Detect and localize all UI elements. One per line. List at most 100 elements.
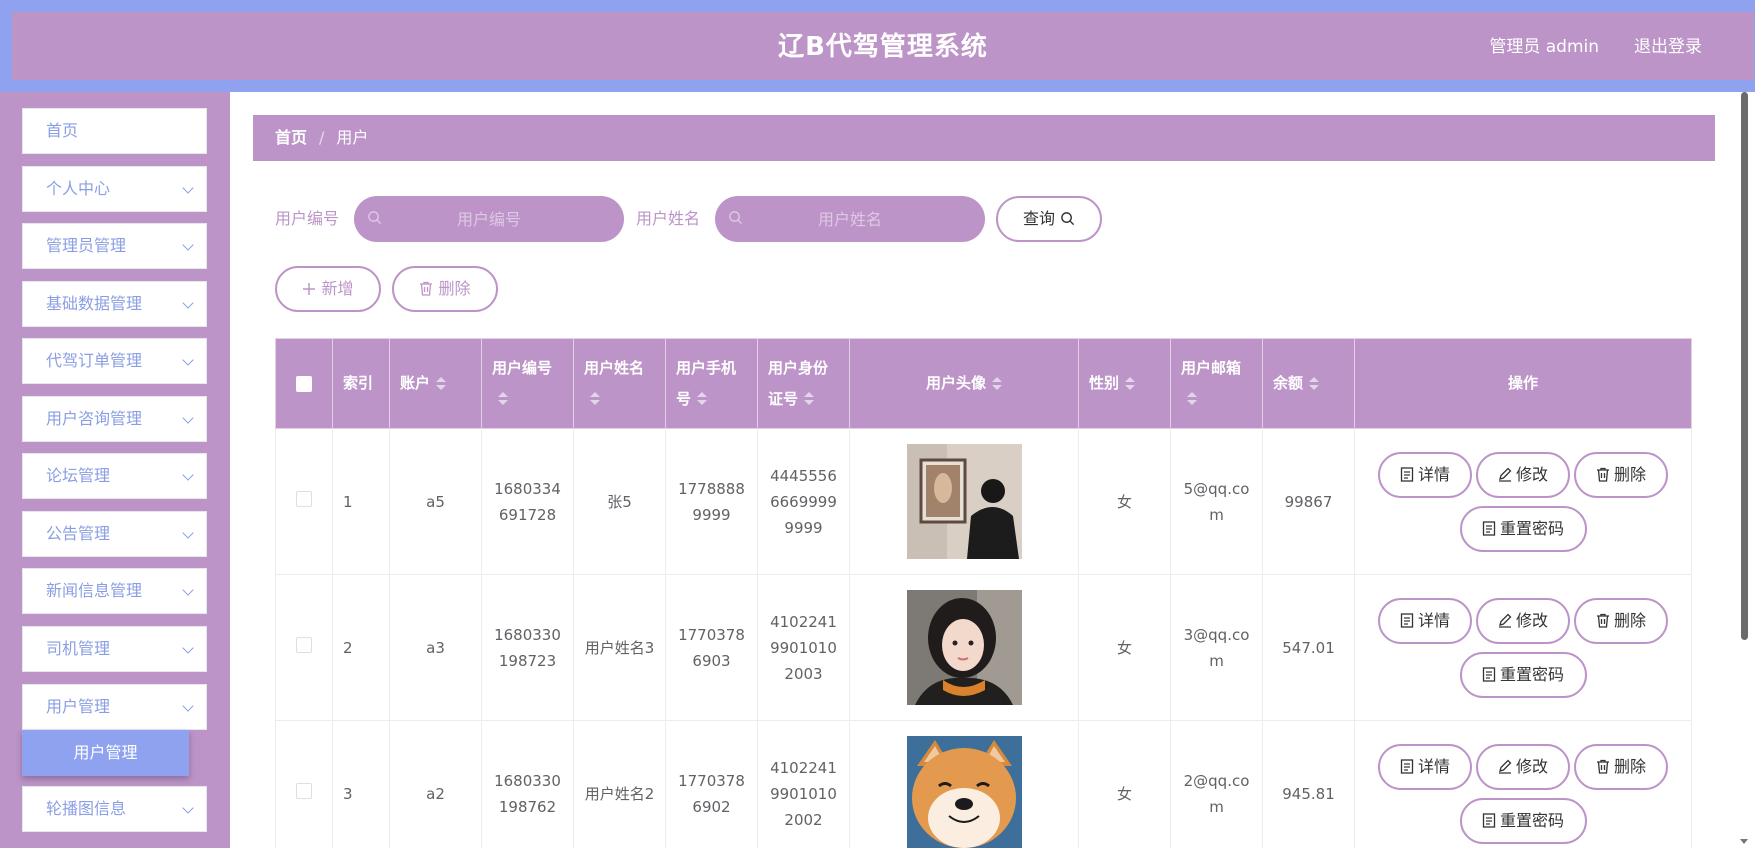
sort-icon[interactable] [1125, 376, 1136, 391]
sidebar-item-label: 代驾订单管理 [46, 351, 143, 370]
row-checkbox[interactable] [296, 782, 312, 799]
delete-button[interactable]: 删除 [1574, 597, 1668, 644]
sidebar-item-home[interactable]: 首页 [22, 108, 207, 154]
batch-delete-button[interactable]: 删除 [392, 266, 498, 312]
query-button-label: 查询 [1022, 209, 1055, 228]
reset-password-button[interactable]: 重置密码 [1459, 505, 1587, 552]
avatar-photo-girl-icon[interactable] [906, 590, 1022, 705]
document-icon [1482, 666, 1496, 682]
detail-button[interactable]: 详情 [1378, 743, 1472, 790]
avatar-photo-person-icon[interactable] [906, 444, 1022, 559]
sort-icon[interactable] [697, 392, 708, 406]
sidebar-item-forum[interactable]: 论坛管理 [22, 453, 207, 499]
user-name-label: 用户姓名 [636, 209, 701, 228]
pencil-icon [1498, 613, 1512, 628]
reset-password-button-label: 重置密码 [1499, 518, 1564, 538]
row-checkbox[interactable] [296, 636, 312, 653]
detail-button[interactable]: 详情 [1378, 597, 1472, 644]
sort-icon[interactable] [498, 392, 508, 406]
cell-gender: 女 [1078, 574, 1171, 721]
sort-icon[interactable] [436, 376, 447, 391]
delete-button[interactable]: 删除 [1574, 743, 1668, 790]
cell-name: 用户姓名2 [573, 720, 666, 848]
add-button-label: 新增 [321, 279, 354, 298]
sort-icon[interactable] [804, 392, 815, 406]
chevron-down-icon [182, 527, 194, 539]
delete-button[interactable]: 删除 [1574, 451, 1668, 498]
header-avatar[interactable]: 用户头像 [849, 338, 1079, 429]
document-icon [1400, 612, 1414, 628]
header-balance[interactable]: 余额 [1262, 338, 1355, 429]
sidebar-item-news[interactable]: 新闻信息管理 [22, 568, 207, 614]
header-name[interactable]: 用户姓名 [573, 338, 666, 429]
sidebar-item-carousel[interactable]: 轮播图信息 [22, 786, 207, 832]
header-email[interactable]: 用户邮箱 [1170, 338, 1263, 429]
pencil-icon [1498, 759, 1512, 774]
trash-icon [1596, 759, 1609, 774]
sort-icon[interactable] [992, 376, 1002, 391]
sidebar-item-label: 首页 [46, 121, 79, 140]
sidebar-item-base-data[interactable]: 基础数据管理 [22, 281, 207, 327]
edit-button[interactable]: 修改 [1476, 743, 1570, 790]
edit-button[interactable]: 修改 [1476, 451, 1570, 498]
sidebar-item-orders[interactable]: 代驾订单管理 [22, 338, 207, 384]
table-row: 2 a3 1680330198723 用户姓名3 17703786903 410… [275, 574, 1692, 721]
cell-id-card: 410224199010102003 [757, 574, 850, 721]
select-all-checkbox[interactable] [296, 375, 312, 392]
trash-icon [420, 281, 433, 296]
sidebar-item-users[interactable]: 用户管理 [22, 684, 207, 730]
breadcrumb-current: 用户 [336, 128, 369, 147]
sort-icon[interactable] [590, 392, 600, 406]
header-account[interactable]: 账户 [389, 338, 482, 429]
chevron-down-icon [182, 354, 194, 366]
detail-button[interactable]: 详情 [1378, 451, 1472, 498]
sidebar-item-label: 轮播图信息 [46, 799, 127, 818]
sidebar-item-label: 论坛管理 [46, 466, 111, 485]
cell-account: a5 [389, 428, 482, 575]
user-table: 索引 账户 用户编号 用户姓名 用户手机号 用户身份证号 用户头像 性别 用户邮… [275, 338, 1692, 848]
sidebar-item-admin-management[interactable]: 管理员管理 [22, 223, 207, 269]
detail-button-label: 详情 [1417, 610, 1450, 630]
user-no-input[interactable] [354, 196, 624, 242]
cell-index: 2 [332, 574, 390, 721]
cell-gender: 女 [1078, 720, 1171, 848]
reset-password-button[interactable]: 重置密码 [1459, 797, 1587, 844]
avatar-photo-dog-icon[interactable] [906, 736, 1022, 848]
sidebar-item-drivers[interactable]: 司机管理 [22, 626, 207, 672]
batch-delete-button-label: 删除 [438, 279, 471, 298]
row-checkbox[interactable] [296, 490, 312, 507]
sidebar-item-label: 用户咨询管理 [46, 409, 143, 428]
header-gender[interactable]: 性别 [1078, 338, 1171, 429]
top-bar: 辽B代驾管理系统 管理员 admin 退出登录 [0, 0, 1755, 92]
delete-button-label: 删除 [1613, 610, 1646, 630]
sidebar-item-personal-center[interactable]: 个人中心 [22, 166, 207, 212]
breadcrumb-home[interactable]: 首页 [275, 128, 307, 147]
plus-icon [303, 283, 316, 295]
sidebar-subitem-user-management[interactable]: 用户管理 [22, 730, 189, 776]
sidebar-item-consult[interactable]: 用户咨询管理 [22, 396, 207, 442]
chevron-down-icon [182, 469, 194, 481]
current-user: 管理员 admin [1489, 37, 1599, 57]
cell-avatar [849, 574, 1079, 721]
edit-button[interactable]: 修改 [1476, 597, 1570, 644]
user-name-input[interactable] [715, 196, 985, 242]
breadcrumb-separator: / [319, 128, 325, 147]
cell-balance: 99867 [1262, 428, 1355, 575]
reset-password-button[interactable]: 重置密码 [1459, 651, 1587, 698]
sidebar-item-label: 个人中心 [46, 179, 111, 198]
sidebar-item-notice[interactable]: 公告管理 [22, 511, 207, 557]
cell-index: 1 [332, 428, 390, 575]
header-id-card[interactable]: 用户身份证号 [757, 338, 850, 429]
scroll-down-arrow-icon[interactable] [1740, 839, 1748, 844]
header-phone[interactable]: 用户手机号 [665, 338, 758, 429]
header-user-no[interactable]: 用户编号 [481, 338, 574, 429]
cell-account: a3 [389, 574, 482, 721]
scrollbar-thumb[interactable] [1741, 92, 1748, 640]
sort-icon[interactable] [1187, 392, 1197, 406]
cell-phone: 17703786902 [665, 720, 758, 848]
logout-link[interactable]: 退出登录 [1634, 12, 1702, 82]
page-scrollbar[interactable] [1737, 92, 1751, 848]
query-button[interactable]: 查询 [996, 196, 1102, 242]
sort-icon[interactable] [1309, 376, 1320, 391]
add-button[interactable]: 新增 [275, 266, 381, 312]
